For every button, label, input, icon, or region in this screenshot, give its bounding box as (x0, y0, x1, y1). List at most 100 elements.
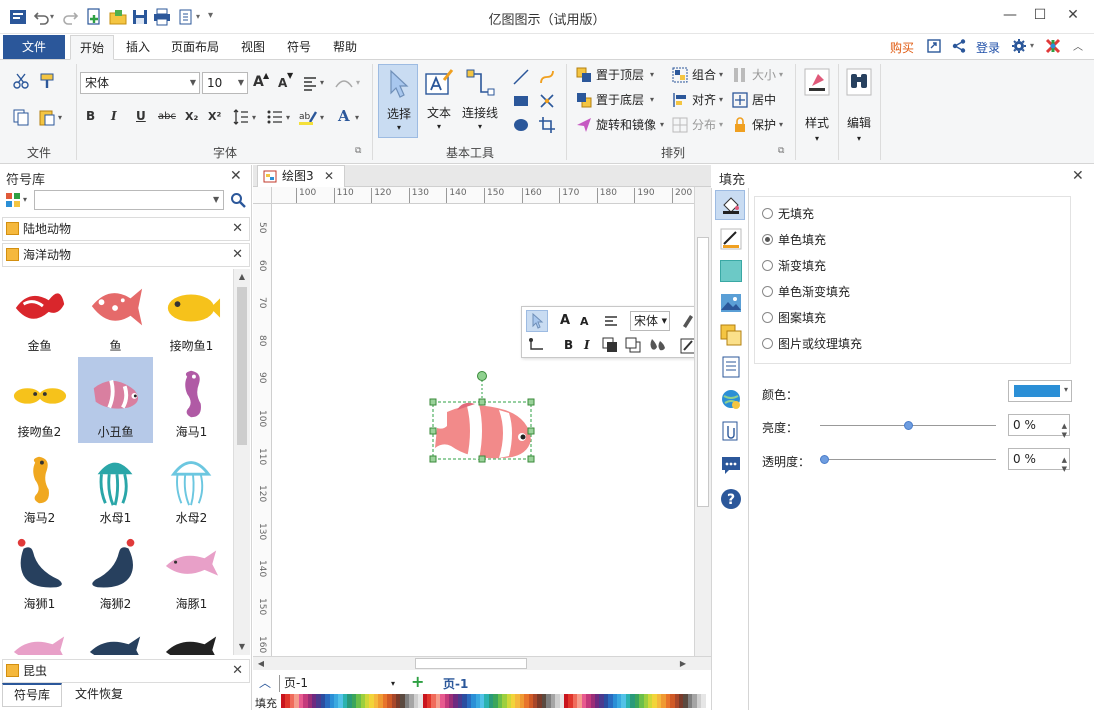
close-panel-icon[interactable]: ✕ (230, 168, 242, 184)
mini-back-icon[interactable] (625, 337, 641, 353)
document-tab[interactable]: 绘图3 ✕ (257, 165, 345, 187)
shape-item[interactable]: 接吻鱼1 (154, 271, 229, 357)
shrink-font-button[interactable]: A (278, 76, 287, 90)
library-sea-animals[interactable]: 海洋动物 ✕ (2, 243, 250, 267)
group-button[interactable]: 组合 (692, 65, 716, 85)
connector-tool-button[interactable]: 连接线 ▾ (458, 64, 502, 138)
close-button[interactable]: ✕ (1058, 4, 1088, 26)
mini-align-icon[interactable] (604, 315, 618, 329)
canvas-vertical-scrollbar[interactable] (694, 187, 711, 656)
scroll-thumb[interactable] (415, 658, 527, 669)
size-button[interactable]: 大小 (752, 65, 776, 85)
underline-button[interactable]: U (136, 109, 146, 123)
drawing-canvas[interactable] (272, 204, 694, 656)
tab-file-recovery[interactable]: 文件恢复 (64, 683, 134, 707)
center-button[interactable]: 居中 (752, 90, 776, 110)
mini-grow-font-button[interactable]: A (560, 313, 570, 328)
shape-item[interactable]: 海马1 (154, 357, 229, 443)
minimize-button[interactable]: — (995, 4, 1025, 26)
search-dropdown-icon[interactable]: ▼ (213, 195, 219, 204)
add-page-icon[interactable]: + (411, 672, 424, 691)
protect-button[interactable]: 保护 (752, 115, 776, 135)
canvas-horizontal-scrollbar[interactable]: ◀ ▶ (253, 656, 711, 670)
page-nav-up-icon[interactable]: ︿ (259, 674, 271, 691)
rectangle-tool-icon[interactable] (512, 92, 530, 110)
mini-connector-icon[interactable] (528, 337, 548, 355)
font-size-combo[interactable]: 10 ▼ (202, 72, 248, 94)
spin-down-icon[interactable]: ▼ (1062, 459, 1067, 479)
login-link[interactable]: 登录 (976, 39, 1000, 56)
bring-front-dropdown-icon[interactable]: ▾ (650, 70, 654, 79)
subscript-button[interactable]: X₂ (185, 110, 198, 123)
line-spacing-dropdown-icon[interactable]: ▾ (252, 113, 256, 122)
tab-file[interactable]: 文件 (3, 35, 65, 59)
palette-swatch[interactable] (701, 694, 706, 708)
shape-item[interactable]: 金鱼 (2, 271, 77, 357)
distribute-dropdown-icon[interactable]: ▾ (719, 120, 723, 129)
fill-option[interactable]: 单色填充 (762, 231, 826, 249)
shape-grid-scrollbar[interactable]: ▲ ▼ (233, 269, 250, 655)
font-name-combo[interactable]: 宋体 ▼ (80, 72, 200, 94)
scroll-right-icon[interactable]: ▶ (677, 657, 689, 670)
cross-tool-icon[interactable] (538, 92, 556, 110)
crop-tool-icon[interactable] (538, 116, 556, 134)
open-file-icon[interactable] (108, 7, 128, 27)
app-switch-icon[interactable] (1045, 38, 1061, 54)
curve-tool-icon[interactable] (538, 68, 556, 86)
fill-color-picker[interactable]: ▾ (1008, 380, 1072, 402)
buy-link[interactable]: 购买 (890, 39, 914, 56)
group-dropdown-icon[interactable]: ▾ (719, 70, 723, 79)
scroll-thumb[interactable] (697, 237, 709, 507)
transparency-slider-track[interactable] (820, 459, 996, 460)
undo-dropdown-icon[interactable]: ▾ (50, 12, 54, 21)
font-color-button[interactable]: A (338, 107, 350, 125)
scroll-up-icon[interactable]: ▲ (234, 269, 250, 285)
rotate-handle[interactable] (477, 371, 487, 381)
rotate-dropdown-icon[interactable]: ▾ (660, 120, 664, 129)
shape-item[interactable]: 接吻鱼2 (2, 357, 77, 443)
highlight-text-icon[interactable]: ab (298, 108, 318, 126)
shape-item[interactable]: 海狮2 (78, 529, 153, 615)
align-dropdown-icon[interactable]: ▾ (320, 78, 324, 87)
scroll-down-icon[interactable]: ▼ (234, 639, 250, 655)
shape-item[interactable] (154, 615, 229, 655)
shape-item[interactable]: 海狮1 (2, 529, 77, 615)
italic-button[interactable]: I (111, 109, 117, 123)
tab-page-layout[interactable]: 页面布局 (164, 35, 226, 60)
shape-item[interactable]: 水母1 (78, 443, 153, 529)
clownfish-shape[interactable] (427, 370, 537, 466)
image-icon[interactable] (720, 292, 742, 314)
style-button[interactable]: 样式 ▾ (800, 64, 834, 152)
tab-insert[interactable]: 插入 (118, 35, 158, 60)
library-dropdown-icon[interactable]: ▾ (23, 195, 27, 204)
symbol-search-input[interactable] (34, 190, 224, 210)
close-library-icon[interactable]: ✕ (232, 244, 243, 266)
redo-icon[interactable] (60, 7, 80, 27)
cut-icon[interactable] (12, 72, 30, 90)
close-fill-panel-icon[interactable]: ✕ (1072, 168, 1084, 184)
share-icon[interactable] (951, 38, 967, 54)
protect-dropdown-icon[interactable]: ▾ (779, 120, 783, 129)
new-file-icon[interactable] (84, 7, 104, 27)
close-document-icon[interactable]: ✕ (324, 166, 334, 186)
scroll-left-icon[interactable]: ◀ (255, 657, 267, 670)
collapse-ribbon-icon[interactable]: ︿ (1073, 38, 1083, 53)
brightness-slider-knob[interactable] (904, 421, 913, 430)
fill-option[interactable]: 图片或纹理填充 (762, 335, 862, 353)
page-select[interactable]: 页-1 ▾ (279, 675, 399, 692)
ellipse-tool-icon[interactable] (512, 116, 530, 134)
line-spacing-icon[interactable] (232, 108, 250, 126)
size-dropdown-icon[interactable]: ▾ (779, 70, 783, 79)
shape-item[interactable]: 海豚1 (154, 529, 229, 615)
bullet-dropdown-icon[interactable]: ▾ (286, 113, 290, 122)
transparency-slider-knob[interactable] (820, 455, 829, 464)
shape-item[interactable] (2, 615, 77, 655)
brightness-spinner[interactable]: 0 % ▲ ▼ (1008, 414, 1070, 439)
save-icon[interactable] (130, 7, 150, 27)
align-button[interactable]: 对齐 (692, 90, 716, 110)
align-dropdown-icon[interactable]: ▾ (719, 95, 723, 104)
maximize-button[interactable]: ☐ (1025, 4, 1055, 26)
bring-to-front-button[interactable]: 置于顶层 (596, 65, 644, 85)
share-screen-icon[interactable] (926, 38, 942, 54)
shape-item[interactable]: 水母2 (154, 443, 229, 529)
